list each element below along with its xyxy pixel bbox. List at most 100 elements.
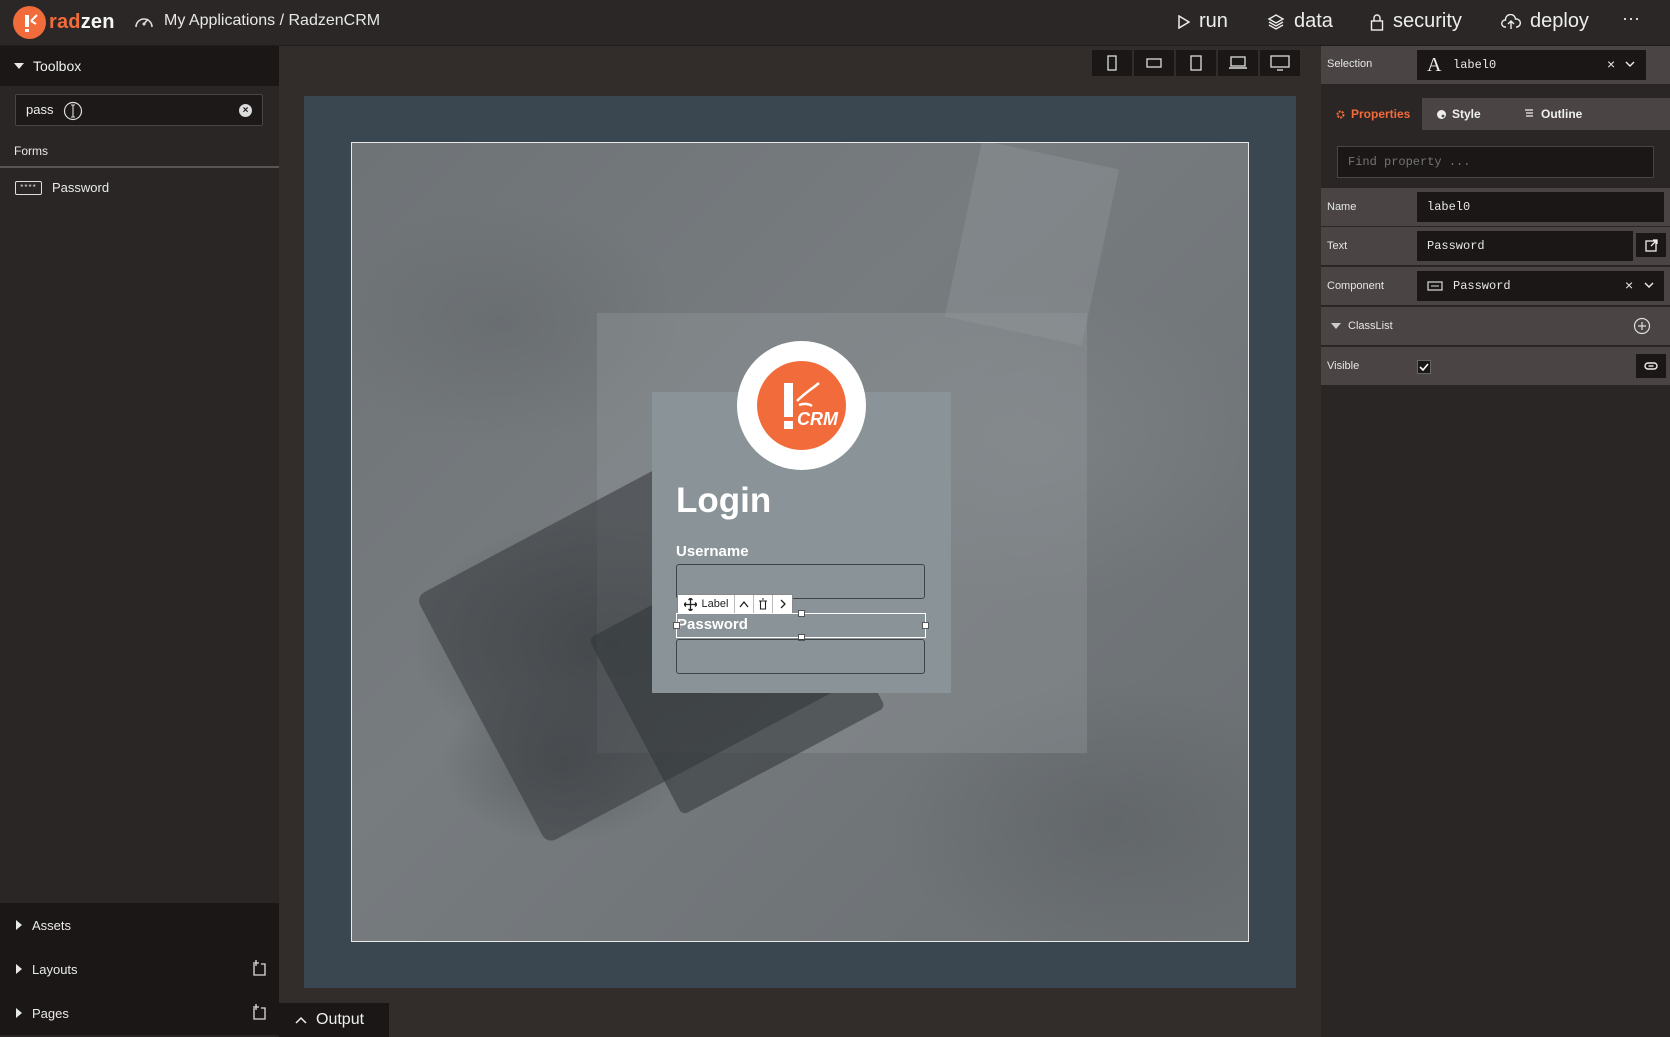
toolbox-header[interactable]: Toolbox — [0, 46, 279, 86]
security-button[interactable]: security — [1370, 10, 1462, 33]
label-component-icon: A — [1427, 54, 1442, 76]
deploy-label: deploy — [1530, 10, 1589, 32]
gear-icon — [1336, 110, 1345, 118]
layouts-label: Layouts — [32, 961, 78, 977]
breadcrumb[interactable]: My Applications / RadzenCRM — [134, 12, 380, 30]
tab-properties[interactable]: Properties — [1321, 98, 1422, 130]
name-field[interactable]: label0 — [1417, 192, 1664, 222]
forms-divider — [0, 166, 279, 168]
run-button[interactable]: run — [1178, 10, 1228, 33]
outline-list-icon — [1525, 109, 1533, 117]
move-label-handle[interactable]: Label — [678, 595, 735, 613]
lock-icon — [1370, 13, 1384, 31]
toolbox-item-password[interactable]: **** Password — [15, 180, 109, 195]
play-icon — [1178, 14, 1190, 29]
resize-handle-left[interactable] — [673, 622, 680, 629]
output-tab[interactable]: Output — [279, 1003, 389, 1037]
cloud-upload-icon — [1501, 13, 1521, 29]
pages-section[interactable]: Pages — [0, 991, 279, 1035]
output-label: Output — [316, 1011, 365, 1028]
forms-category-label: Forms — [14, 144, 48, 158]
property-visible-label: Visible — [1327, 360, 1360, 372]
property-name-label: Name — [1327, 201, 1357, 213]
more-menu-icon[interactable]: ··· — [1622, 8, 1640, 29]
radzen-logo[interactable]: radzen — [13, 6, 115, 39]
top-bar: radzen My Applications / RadzenCRM run d… — [0, 0, 1670, 46]
data-binding-link-icon[interactable] — [1636, 354, 1666, 378]
add-page-icon[interactable] — [251, 1003, 267, 1021]
toolbox-search-input[interactable] — [26, 102, 66, 117]
collapse-caret-icon — [14, 63, 24, 69]
tab-properties-label: Properties — [1351, 107, 1411, 121]
move-icon — [683, 597, 697, 611]
add-layout-icon[interactable] — [251, 959, 267, 977]
select-parent-icon[interactable] — [735, 595, 754, 613]
expand-caret-icon — [16, 920, 22, 930]
resize-handle-right[interactable] — [922, 622, 929, 629]
layouts-section[interactable]: Layouts — [0, 947, 279, 991]
selection-label: Selection — [1327, 58, 1373, 70]
text-cursor-icon — [63, 101, 83, 121]
chevron-down-icon[interactable] — [1644, 282, 1654, 289]
selection-dropdown[interactable]: A label0 × — [1417, 50, 1646, 80]
resize-handle-top[interactable] — [798, 610, 805, 617]
security-label: security — [1393, 10, 1462, 32]
open-editor-icon[interactable] — [1636, 233, 1666, 257]
password-input[interactable] — [676, 639, 925, 674]
selection-type-label: Label — [701, 598, 729, 610]
text-field[interactable]: Password — [1417, 231, 1633, 261]
pages-label: Pages — [32, 1005, 69, 1021]
property-row-classlist[interactable]: ClassList — [1321, 307, 1670, 345]
password-field-icon — [1427, 281, 1443, 291]
component-selection-toolbar: Label — [677, 594, 793, 614]
tab-style[interactable]: Style — [1422, 98, 1510, 130]
toolbox-item-label: Password — [52, 180, 110, 195]
desktop-icon[interactable] — [1260, 50, 1300, 76]
expand-caret-icon — [16, 964, 22, 974]
username-label: Username — [676, 543, 749, 560]
toolbox-title: Toolbox — [33, 58, 82, 74]
run-label: run — [1199, 10, 1228, 32]
toolbox-search[interactable]: × — [15, 94, 263, 126]
laptop-icon[interactable] — [1218, 50, 1258, 76]
password-field-icon: **** — [15, 180, 42, 195]
clear-selection-icon[interactable]: × — [1607, 56, 1615, 72]
selection-value: label0 — [1453, 58, 1497, 72]
selected-password-label[interactable]: Password — [673, 610, 929, 641]
device-preview-bar — [1092, 50, 1300, 76]
tablet-portrait-icon[interactable] — [1176, 50, 1216, 76]
clear-component-icon[interactable]: × — [1625, 277, 1633, 293]
phone-landscape-icon[interactable] — [1134, 50, 1174, 76]
next-sibling-icon[interactable] — [773, 595, 792, 613]
assets-label: Assets — [32, 917, 72, 933]
page-preview-frame: CRM Login Username Label Password — [351, 142, 1249, 942]
tab-outline-label: Outline — [1541, 107, 1583, 121]
crm-logo: CRM — [737, 341, 866, 470]
find-property-input[interactable] — [1337, 146, 1654, 178]
component-dropdown[interactable]: Password × — [1417, 271, 1664, 301]
brand-name: radzen — [49, 11, 115, 33]
clear-search-icon[interactable]: × — [239, 104, 252, 117]
palette-icon — [1437, 109, 1446, 119]
deploy-button[interactable]: deploy — [1501, 10, 1589, 33]
delete-icon[interactable] — [754, 595, 773, 613]
data-label: data — [1294, 10, 1333, 32]
component-value: Password — [1453, 279, 1511, 293]
properties-panel: Selection A label0 × Properties Style Ou… — [1321, 46, 1670, 1037]
assets-section[interactable]: Assets — [0, 903, 279, 947]
add-class-icon[interactable] — [1633, 317, 1651, 335]
visible-checkbox[interactable] — [1417, 360, 1431, 374]
expand-caret-icon — [16, 1008, 22, 1018]
phone-portrait-icon[interactable] — [1092, 50, 1132, 76]
password-label: Password — [677, 616, 748, 633]
selection-row: Selection A label0 × — [1321, 46, 1670, 84]
chevron-down-icon[interactable] — [1625, 61, 1635, 68]
tab-style-label: Style — [1452, 107, 1481, 121]
property-row-text: Text Password — [1321, 227, 1670, 265]
radzen-logo-icon — [13, 6, 46, 39]
background-notebook-decoration — [944, 143, 1120, 346]
breadcrumb-text: My Applications / RadzenCRM — [164, 12, 381, 29]
tab-outline[interactable]: Outline — [1510, 98, 1610, 130]
property-text-label: Text — [1327, 240, 1348, 252]
data-button[interactable]: data — [1267, 10, 1333, 33]
